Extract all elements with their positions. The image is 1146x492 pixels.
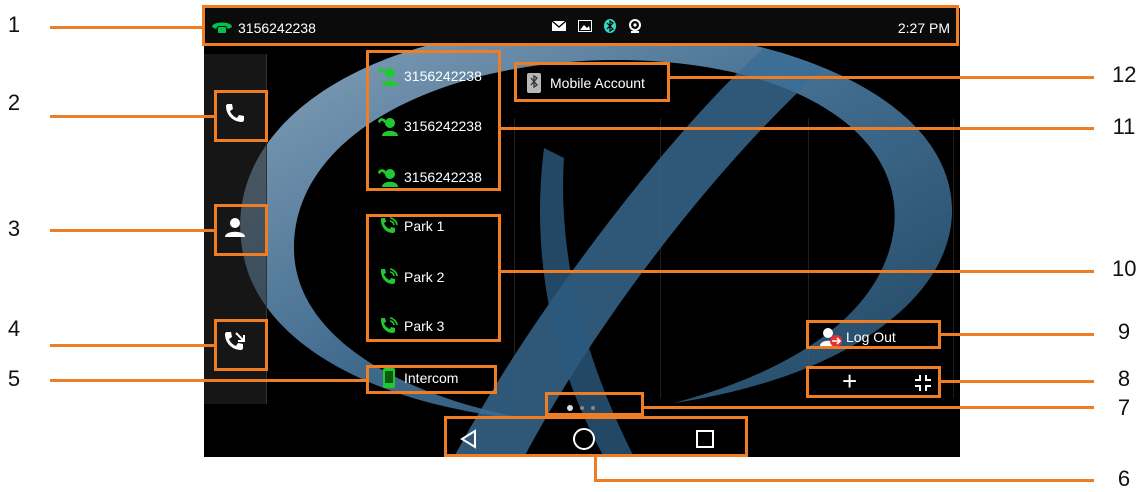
leader-line-4 (50, 344, 214, 347)
leader-line-10 (501, 270, 1094, 273)
leader-line-11 (501, 127, 1094, 130)
leader-line-5 (50, 379, 366, 382)
callout-box-phone-button (214, 90, 268, 142)
callout-number-12: 12 (1112, 62, 1137, 87)
callout-number-9: 9 (1117, 319, 1131, 344)
callout-number-7: 7 (1117, 395, 1131, 420)
callout-number-6: 6 (1117, 466, 1131, 491)
callout-box-status-bar (202, 5, 959, 46)
callout-number-11: 11 (1112, 114, 1136, 139)
callout-number-2: 2 (7, 90, 21, 115)
callout-box-contacts-button (214, 204, 268, 256)
callout-number-5: 5 (7, 366, 21, 391)
leader-line-8 (941, 380, 1094, 383)
callout-number-4: 4 (7, 316, 21, 341)
leader-line-7 (644, 406, 1094, 409)
callout-number-3: 3 (7, 216, 21, 241)
callout-box-call-forward-button (214, 319, 268, 371)
leader-line-2 (50, 115, 214, 118)
leader-line-3 (50, 229, 214, 232)
leader-line-6 (594, 479, 1094, 482)
leader-line-1 (50, 26, 202, 29)
callout-box-park-keys (366, 214, 501, 342)
callout-box-page-controls (806, 366, 941, 398)
callout-box-mobile-account (514, 62, 670, 102)
callout-box-line-keys (366, 50, 501, 191)
callout-box-logout (806, 320, 941, 349)
callout-number-1: 1 (7, 12, 21, 37)
callout-number-8: 8 (1117, 366, 1131, 391)
callout-box-page-indicator (545, 392, 644, 416)
callout-box-nav-bar (444, 416, 748, 457)
leader-line-12 (670, 76, 1094, 79)
callout-number-10: 10 (1112, 256, 1137, 281)
callout-box-intercom (366, 365, 497, 394)
leader-line-9 (941, 333, 1094, 336)
key-grid-lines (514, 118, 954, 398)
